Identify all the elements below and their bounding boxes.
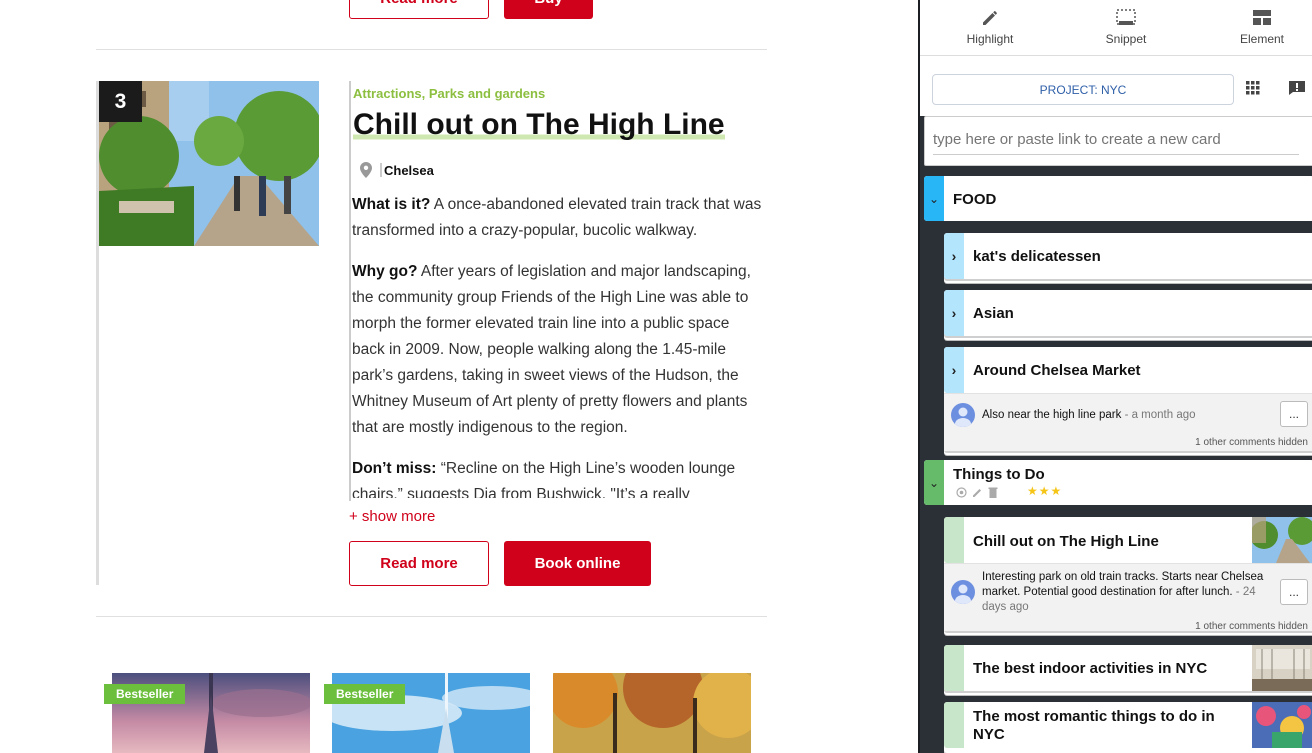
chevron-right-icon: › (951, 305, 957, 321)
location-pin-icon (360, 162, 372, 178)
grid-icon[interactable] (1246, 81, 1260, 95)
card-expand-toggle[interactable]: › (944, 233, 964, 279)
card[interactable]: The most romantic things to do in NYC (944, 702, 1312, 753)
group-things-to-do[interactable]: ⌄ Things to Do ★★★ (924, 460, 1312, 505)
chevron-down-icon: ⌄ (928, 475, 940, 490)
avatar (951, 580, 975, 604)
hidden-comments-count[interactable]: 1 other comments hidden (1195, 437, 1308, 448)
card[interactable]: › Asian (944, 290, 1312, 336)
highlight-tool[interactable]: Highlight (950, 8, 1030, 46)
location: Chelsea (360, 162, 434, 178)
show-more-link[interactable]: + show more (349, 508, 435, 525)
card-title: Around Chelsea Market (973, 362, 1141, 379)
what-label: What is it? (352, 196, 431, 213)
divider (96, 49, 767, 50)
chevron-right-icon: › (951, 362, 957, 378)
card-tab[interactable] (944, 702, 964, 748)
group-food[interactable]: ⌄ FOOD (924, 176, 1312, 221)
group-collapse-toggle[interactable]: ⌄ (924, 176, 944, 221)
project-selector[interactable]: PROJECT: NYC (932, 74, 1234, 105)
bestseller-badge: Bestseller (104, 684, 186, 704)
card-title: The most romantic things to do in NYC (973, 708, 1215, 743)
snippet-label: Snippet (1105, 32, 1147, 46)
element-tool[interactable]: Element (1222, 8, 1302, 46)
card-expand-toggle[interactable]: › (944, 347, 964, 393)
bestseller-badge: Bestseller (324, 684, 406, 704)
feedback-icon[interactable] (1288, 80, 1306, 96)
element-label: Element (1239, 32, 1285, 46)
divider (96, 616, 767, 617)
snippet-icon (1116, 9, 1136, 25)
category-link[interactable]: Attractions, Parks and gardens (353, 86, 545, 101)
new-card-input[interactable] (933, 125, 1299, 155)
group-name: Things to Do (953, 466, 1045, 483)
content-rail (349, 81, 351, 501)
card-thumbnail (1252, 702, 1312, 748)
location-divider (380, 163, 382, 177)
article-title[interactable]: Chill out on The High Line (353, 108, 725, 142)
dont-miss-label: Don’t miss: (352, 460, 437, 477)
card-title: kat's delicatessen (973, 248, 1101, 265)
avatar (951, 403, 975, 427)
card-title: Chill out on The High Line (973, 533, 1159, 550)
card-title: Asian (973, 305, 1014, 322)
location-name: Chelsea (384, 162, 434, 178)
read-more-button[interactable]: Read more (349, 541, 489, 586)
group-collapse-toggle[interactable]: ⌄ (924, 460, 944, 505)
side-panel: Highlight Snippet Element PROJECT: NYC ⌄… (918, 0, 1312, 753)
article-page: Read more Buy 3 Attractions, Parks and g… (0, 0, 918, 753)
comment-text: Also near the high line park - a month a… (982, 409, 1196, 421)
new-card-box (924, 116, 1312, 166)
comment-more-button[interactable]: ... (1280, 401, 1308, 427)
watch-icon[interactable] (956, 487, 967, 498)
card-expand-toggle[interactable]: › (944, 290, 964, 336)
star-rating[interactable]: ★★★ (1027, 484, 1062, 498)
panel-toolbar: Highlight Snippet Element (920, 0, 1312, 56)
read-more-button-top[interactable]: Read more (349, 0, 489, 19)
project-bar: PROJECT: NYC (920, 56, 1312, 116)
why-label: Why go? (352, 263, 418, 280)
card-comment: Interesting park on old train tracks. St… (944, 563, 1312, 632)
group-name: FOOD (953, 191, 997, 208)
chevron-right-icon: › (951, 248, 957, 264)
product-thumbnail[interactable] (553, 673, 751, 753)
card-title: The best indoor activities in NYC (973, 660, 1208, 677)
edit-icon[interactable] (972, 487, 983, 498)
pencil-icon (983, 11, 997, 25)
snippet-tool[interactable]: Snippet (1086, 8, 1166, 46)
element-icon (1253, 10, 1271, 25)
why-text: After years of legislation and major lan… (352, 263, 751, 436)
trash-icon[interactable] (988, 487, 998, 498)
chevron-down-icon: ⌄ (928, 191, 940, 206)
comment-text: Interesting park on old train tracks. St… (982, 571, 1264, 613)
card-tab[interactable] (944, 517, 964, 563)
card[interactable]: › kat's delicatessen (944, 233, 1312, 279)
card-thumbnail (1252, 645, 1312, 691)
book-online-button[interactable]: Book online (504, 541, 651, 586)
hidden-comments-count[interactable]: 1 other comments hidden (1195, 621, 1308, 632)
card-comment: Also near the high line park - a month a… (944, 393, 1312, 451)
comment-more-button[interactable]: ... (1280, 579, 1308, 605)
buy-button-top[interactable]: Buy (504, 0, 593, 19)
card-thumbnail (1252, 517, 1312, 563)
card[interactable]: The best indoor activities in NYC (944, 645, 1312, 691)
highlight-label: Highlight (966, 32, 1014, 46)
article-body: What is it? A once-abandoned elevated tr… (352, 192, 766, 498)
card-tab[interactable] (944, 645, 964, 691)
rank-badge: 3 (99, 81, 142, 122)
comment-age: - a month ago (1121, 409, 1196, 421)
